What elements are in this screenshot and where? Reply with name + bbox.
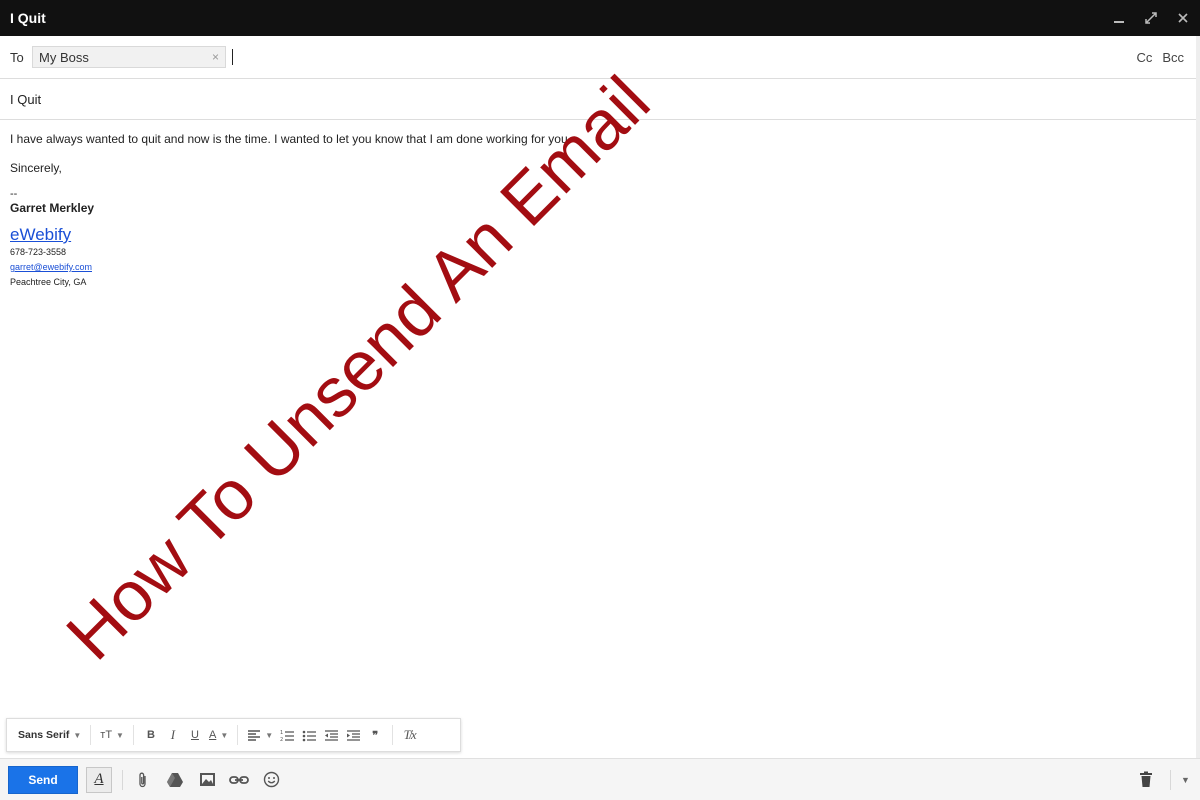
text-color-button[interactable]: A ▼ (206, 724, 231, 746)
insert-emoji-icon[interactable] (261, 770, 281, 790)
indent-more-button[interactable] (342, 724, 364, 746)
subject-text: I Quit (10, 92, 42, 107)
align-left-icon (248, 730, 261, 741)
google-drive-icon[interactable] (165, 770, 185, 790)
close-icon[interactable] (1176, 11, 1190, 25)
signature-phone: 678-723-3558 (10, 247, 67, 257)
indent-more-icon (346, 729, 360, 741)
bottom-right-tools: ▼ (1136, 769, 1200, 790)
underline-button[interactable]: U (184, 724, 206, 746)
indent-less-icon (324, 729, 338, 741)
clear-formatting-button[interactable]: T̸x (399, 724, 421, 746)
recipient-name: My Boss (39, 49, 89, 65)
compose-bottom-bar: Send A ▼ (0, 758, 1200, 800)
bold-button[interactable]: B (140, 724, 162, 746)
font-family-label: Sans Serif (18, 729, 70, 741)
svg-text:2: 2 (280, 737, 283, 742)
toolbar-divider (132, 725, 134, 745)
minimize-icon[interactable] (1112, 11, 1126, 25)
signature-name: Garret Merkley (10, 201, 95, 215)
indent-less-button[interactable] (320, 724, 342, 746)
to-label: To (10, 49, 24, 65)
window-titlebar: I Quit (0, 0, 1200, 36)
font-size-button[interactable]: тT ▼ (97, 724, 127, 746)
numbered-list-button[interactable]: 12 (276, 724, 298, 746)
align-button[interactable]: ▼ (244, 724, 276, 746)
send-button[interactable]: Send (8, 765, 78, 794)
text-color-icon: A (208, 729, 217, 741)
chevron-down-icon: ▼ (73, 730, 82, 740)
bottom-divider (122, 769, 123, 790)
cc-bcc-links: Cc Bcc (1136, 50, 1184, 65)
discard-draft-icon[interactable] (1136, 770, 1156, 790)
insert-link-icon[interactable] (229, 770, 249, 790)
formatting-toolbar: Sans Serif ▼ тT ▼ B I U A ▼ ▼ 12 ❞ T̸x (6, 718, 461, 752)
toolbar-divider (90, 725, 92, 745)
window-controls (1112, 11, 1190, 25)
window-title: I Quit (10, 10, 46, 26)
attach-file-icon[interactable] (133, 770, 153, 790)
bulleted-list-icon (302, 730, 316, 741)
font-family-select[interactable]: Sans Serif ▼ (15, 724, 84, 746)
signature-location: Peachtree City, GA (10, 277, 87, 287)
quote-button[interactable]: ❞ (364, 724, 386, 746)
cc-link[interactable]: Cc (1136, 50, 1152, 65)
chevron-down-icon: ▼ (220, 730, 229, 740)
toolbar-divider (237, 725, 239, 745)
signature-separator: -- (10, 188, 18, 200)
insert-photo-icon[interactable] (197, 770, 217, 790)
remove-recipient-icon[interactable]: × (212, 50, 219, 64)
bulleted-list-button[interactable] (298, 724, 320, 746)
more-options-icon[interactable]: ▼ (1170, 769, 1200, 790)
formatting-options-toggle[interactable]: A (86, 766, 112, 793)
chevron-down-icon: ▼ (116, 730, 124, 740)
window-right-edge (1196, 36, 1200, 758)
chevron-down-icon: ▼ (265, 730, 274, 740)
recipient-chip[interactable]: My Boss × (32, 46, 226, 68)
signature-email-link[interactable]: garret@ewebify.com (10, 262, 92, 272)
svg-text:1: 1 (280, 730, 283, 736)
toolbar-divider (392, 725, 394, 745)
font-size-icon: тT (100, 729, 113, 741)
italic-button[interactable]: I (162, 724, 184, 746)
to-input-cursor[interactable] (232, 49, 233, 65)
signature-website-link[interactable]: eWebify (10, 225, 71, 245)
popout-icon[interactable] (1144, 11, 1158, 25)
numbered-list-icon: 12 (280, 730, 294, 742)
bcc-link[interactable]: Bcc (1162, 50, 1184, 65)
